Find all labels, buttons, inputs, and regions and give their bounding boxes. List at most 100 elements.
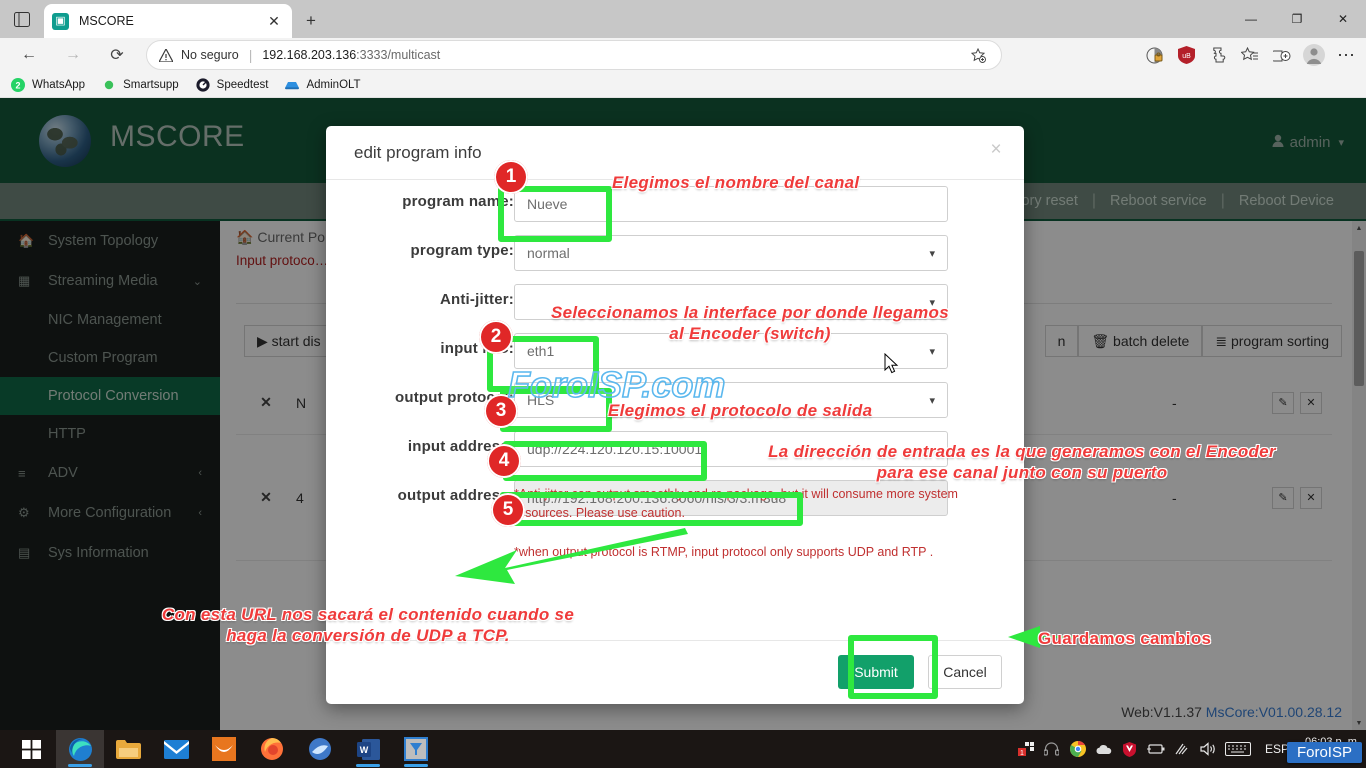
modal-notes: *Anti-jitter can output smoothly and re-…	[514, 485, 964, 562]
field-label: program name:	[402, 193, 514, 210]
reload-icon[interactable]: ⟳	[100, 38, 134, 72]
omnibox-divider: |	[248, 47, 253, 63]
smartsupp-icon	[101, 77, 117, 93]
svg-text:uB: uB	[1182, 53, 1191, 60]
taskbar-jdownloader-icon[interactable]	[296, 730, 344, 768]
tab-group-icon[interactable]	[1266, 38, 1298, 72]
bookmark-smartsupp[interactable]: Smartsupp	[101, 77, 179, 93]
svg-text:1: 1	[1020, 750, 1024, 756]
note-anti-jitter: *Anti-jitter can output smoothly and re-…	[514, 487, 958, 520]
field-label: input NIC:	[440, 340, 514, 357]
tab-sidebar-toggle-icon[interactable]	[10, 8, 34, 30]
field-label: output protocol:	[395, 389, 514, 406]
svg-text:W: W	[359, 745, 368, 755]
field-label: output address:	[397, 487, 514, 504]
modal-form: program name: Nueve program type: normal…	[326, 180, 1024, 559]
active-indicator	[68, 764, 92, 767]
onedrive-icon[interactable]	[1091, 730, 1117, 768]
volume-icon[interactable]	[1195, 730, 1221, 768]
forward-icon[interactable]: →	[56, 38, 90, 72]
window-maximize-button[interactable]: ❐	[1274, 0, 1320, 38]
field-label: Anti-jitter:	[439, 291, 514, 308]
modal-title: edit program info	[354, 143, 482, 162]
battery-icon[interactable]	[1143, 730, 1169, 768]
taskbar-apps: W	[56, 730, 440, 768]
security-label: No seguro	[181, 48, 239, 62]
tab-favicon-icon: ▣	[52, 12, 69, 30]
input-address-input[interactable]: udp://224.120.120.15:10001	[514, 431, 948, 467]
svg-text:2: 2	[15, 80, 20, 90]
browser-tab[interactable]: ▣ MSCORE ✕	[44, 4, 292, 38]
notification-badge-icon[interactable]: 1	[1013, 730, 1039, 768]
bookmark-label: Speedtest	[216, 78, 269, 91]
chevron-down-icon: ▾	[929, 247, 935, 260]
browser-tab-strip: ▣ MSCORE ✕ + — ❐ ✕	[0, 0, 1366, 38]
program-type-select[interactable]: normal ▾	[514, 235, 948, 271]
windows-start-icon[interactable]	[8, 734, 54, 764]
bookmark-whatsapp[interactable]: 2 WhatsApp	[10, 77, 85, 93]
output-protocol-select[interactable]: HLS ▾	[514, 382, 948, 418]
new-tab-button[interactable]: +	[298, 9, 324, 33]
add-favorite-icon[interactable]	[967, 44, 989, 66]
wifi-icon[interactable]	[1169, 730, 1195, 768]
taskbar-firefox-icon[interactable]	[248, 730, 296, 768]
headset-icon[interactable]	[1039, 730, 1065, 768]
tab-close-icon[interactable]: ✕	[264, 11, 284, 31]
form-row-input-address: input address: udp://224.120.120.15:1000…	[326, 425, 1024, 474]
favorites-icon[interactable]	[1234, 38, 1266, 72]
form-row-program-name: program name: Nueve	[326, 180, 1024, 229]
collections-icon[interactable]	[1138, 38, 1170, 72]
modal-footer: Submit Cancel	[326, 640, 1024, 704]
not-secure-warning-icon	[157, 47, 175, 63]
submit-button[interactable]: Submit	[838, 655, 914, 689]
taskbar-mail-icon[interactable]	[152, 730, 200, 768]
url-text: 192.168.203.136:3333/multicast	[262, 48, 441, 62]
taskbar-file-explorer-icon[interactable]	[104, 730, 152, 768]
address-bar[interactable]: No seguro | 192.168.203.136:3333/multica…	[146, 40, 1002, 70]
input-nic-select[interactable]: eth1 ▾	[514, 333, 948, 369]
bookmark-label: AdminOLT	[306, 78, 361, 91]
select-value: eth1	[527, 343, 555, 359]
active-indicator	[356, 764, 380, 767]
ublock-shield-icon[interactable]: uB	[1170, 38, 1202, 72]
bookmark-adminolt[interactable]: AdminOLT	[284, 77, 361, 93]
cancel-button[interactable]: Cancel	[928, 655, 1002, 689]
field-label: program type:	[410, 242, 514, 259]
extensions-icon[interactable]	[1202, 38, 1234, 72]
keyboard-icon[interactable]	[1221, 730, 1255, 768]
foroisp-watermark-chip: ForoISP	[1286, 742, 1362, 763]
program-name-input[interactable]: Nueve	[514, 186, 948, 222]
chevron-down-icon: ▾	[929, 345, 935, 358]
taskbar-edge-icon[interactable]	[56, 730, 104, 768]
bookmark-speedtest[interactable]: Speedtest	[195, 77, 269, 93]
modal-header: edit program info ×	[326, 126, 1024, 180]
anti-jitter-select[interactable]: ▾	[514, 284, 948, 320]
window-close-button[interactable]: ✕	[1320, 0, 1366, 38]
taskbar-thunderbird-icon[interactable]	[200, 730, 248, 768]
profile-avatar-icon[interactable]	[1298, 38, 1330, 72]
speedtest-icon	[195, 77, 211, 93]
close-icon[interactable]: ×	[984, 138, 1008, 162]
back-icon[interactable]: ←	[12, 38, 46, 72]
chrome-icon[interactable]	[1065, 730, 1091, 768]
tab-title: MSCORE	[79, 14, 134, 28]
taskbar-word-icon[interactable]: W	[344, 730, 392, 768]
mcafee-shield-icon[interactable]	[1117, 730, 1143, 768]
note-rtmp: *when output protocol is RTMP, input pro…	[514, 545, 934, 559]
browser-toolbar-icons: uB ⋯	[1138, 38, 1362, 72]
windows-taskbar: W 1 ESP ForoISP	[0, 730, 1366, 768]
active-indicator	[404, 764, 428, 767]
form-row-input-nic: input NIC: eth1 ▾	[326, 327, 1024, 376]
adminolt-icon	[284, 77, 300, 93]
form-row-program-type: program type: normal ▾	[326, 229, 1024, 278]
select-value: HLS	[527, 392, 555, 408]
window-minimize-button[interactable]: —	[1228, 0, 1274, 38]
field-label: input address:	[407, 438, 514, 455]
bookmarks-bar: 2 WhatsApp Smartsupp Speedtest AdminOLT	[0, 72, 1366, 98]
taskbar-filezilla-icon[interactable]	[392, 730, 440, 768]
web-page: MSCORE admin ▾ Factory reset | Reboot se…	[0, 98, 1366, 730]
window-controls: — ❐ ✕	[1228, 0, 1366, 38]
settings-more-icon[interactable]: ⋯	[1330, 38, 1362, 72]
form-row-anti-jitter: Anti-jitter: ▾	[326, 278, 1024, 327]
chevron-down-icon: ▾	[929, 296, 935, 309]
